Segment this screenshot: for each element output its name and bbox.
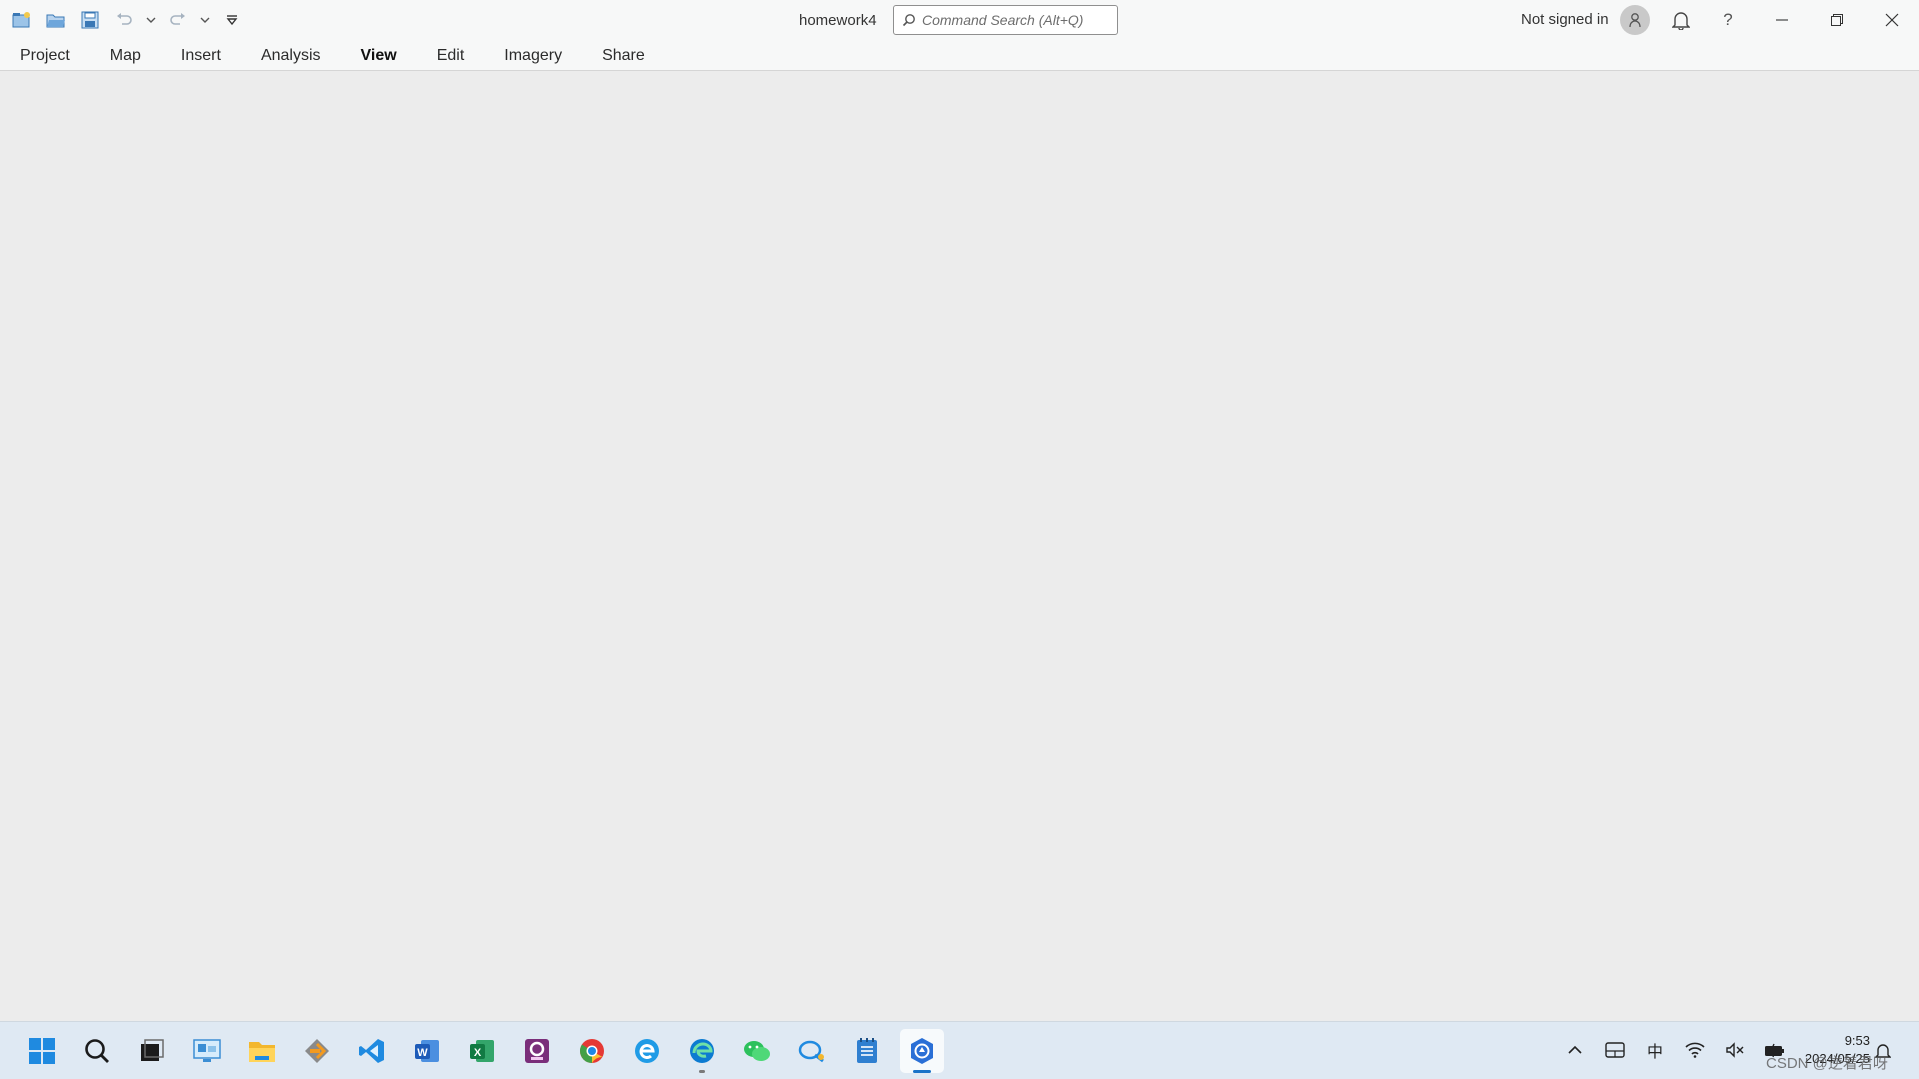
tab-share[interactable]: Share bbox=[582, 45, 665, 67]
remote-desktop-icon[interactable] bbox=[185, 1029, 229, 1073]
system-tray: 中 bbox=[1560, 1030, 1790, 1070]
wifi-icon[interactable] bbox=[1680, 1035, 1710, 1065]
excel-icon[interactable]: X bbox=[460, 1029, 504, 1073]
svg-text:W: W bbox=[417, 1047, 428, 1059]
redo-dropdown-icon[interactable] bbox=[198, 8, 212, 32]
wechat-icon[interactable] bbox=[735, 1029, 779, 1073]
open-project-icon[interactable] bbox=[42, 8, 70, 32]
title-bar: homework4 Command Search (Alt+Q) Not sig… bbox=[0, 0, 1919, 40]
ime-indicator[interactable]: 中 bbox=[1640, 1035, 1670, 1065]
start-icon[interactable] bbox=[20, 1029, 64, 1073]
ribbon: Project Map Insert Analysis View Edit Im… bbox=[0, 40, 1919, 71]
user-avatar-icon[interactable] bbox=[1620, 5, 1650, 35]
search-placeholder: Command Search (Alt+Q) bbox=[922, 12, 1084, 28]
new-project-icon[interactable] bbox=[8, 8, 36, 32]
redo-icon[interactable] bbox=[164, 8, 192, 32]
account-status[interactable]: Not signed in bbox=[1521, 11, 1609, 28]
pdf-app-icon[interactable] bbox=[515, 1029, 559, 1073]
tab-project[interactable]: Project bbox=[0, 45, 90, 67]
undo-dropdown-icon[interactable] bbox=[144, 8, 158, 32]
tablet-mode-icon[interactable] bbox=[1600, 1035, 1630, 1065]
tab-insert[interactable]: Insert bbox=[161, 45, 241, 67]
restore-button[interactable] bbox=[1810, 0, 1864, 40]
browser-e-icon[interactable] bbox=[625, 1029, 669, 1073]
edge-icon[interactable] bbox=[680, 1029, 724, 1073]
app-arrow-icon[interactable] bbox=[295, 1029, 339, 1073]
active-indicator bbox=[913, 1070, 931, 1073]
document-title: homework4 bbox=[799, 12, 877, 29]
tab-map[interactable]: Map bbox=[90, 45, 161, 67]
taskbar-apps: W X bbox=[20, 1029, 944, 1073]
minimize-button[interactable] bbox=[1755, 0, 1809, 40]
undo-icon[interactable] bbox=[110, 8, 138, 32]
svg-text:X: X bbox=[474, 1047, 482, 1059]
tab-view[interactable]: View bbox=[341, 45, 417, 67]
close-button[interactable] bbox=[1865, 0, 1919, 40]
taskbar: W X 中 9:53 2024/05/25 bbox=[0, 1021, 1919, 1079]
volume-muted-icon[interactable] bbox=[1720, 1035, 1750, 1065]
search-icon bbox=[902, 14, 915, 27]
file-explorer-icon[interactable] bbox=[240, 1029, 284, 1073]
chat-app-icon[interactable] bbox=[790, 1029, 834, 1073]
chevron-up-icon[interactable] bbox=[1560, 1035, 1590, 1065]
word-icon[interactable]: W bbox=[405, 1029, 449, 1073]
notepad-icon[interactable] bbox=[845, 1029, 889, 1073]
chrome-icon[interactable] bbox=[570, 1029, 614, 1073]
quick-access-toolbar bbox=[8, 8, 246, 32]
customize-qat-icon[interactable] bbox=[218, 8, 246, 32]
task-view-icon[interactable] bbox=[130, 1029, 174, 1073]
save-project-icon[interactable] bbox=[76, 8, 104, 32]
workspace-area[interactable] bbox=[0, 71, 1919, 1021]
tab-analysis[interactable]: Analysis bbox=[241, 45, 341, 67]
help-button[interactable]: ? bbox=[1716, 8, 1740, 32]
notification-bell-icon[interactable] bbox=[1668, 7, 1694, 33]
running-indicator bbox=[699, 1070, 705, 1073]
ribbon-tabs: Project Map Insert Analysis View Edit Im… bbox=[0, 45, 665, 67]
tab-imagery[interactable]: Imagery bbox=[484, 45, 582, 67]
arcgis-pro-icon[interactable] bbox=[900, 1029, 944, 1073]
command-search-input[interactable]: Command Search (Alt+Q) bbox=[893, 5, 1118, 35]
watermark-text: CSDN @逆着君呀 bbox=[1766, 1055, 1888, 1072]
tab-edit[interactable]: Edit bbox=[417, 45, 485, 67]
vscode-icon[interactable] bbox=[350, 1029, 394, 1073]
clock-time: 9:53 bbox=[1844, 1033, 1870, 1048]
search-icon[interactable] bbox=[75, 1029, 119, 1073]
